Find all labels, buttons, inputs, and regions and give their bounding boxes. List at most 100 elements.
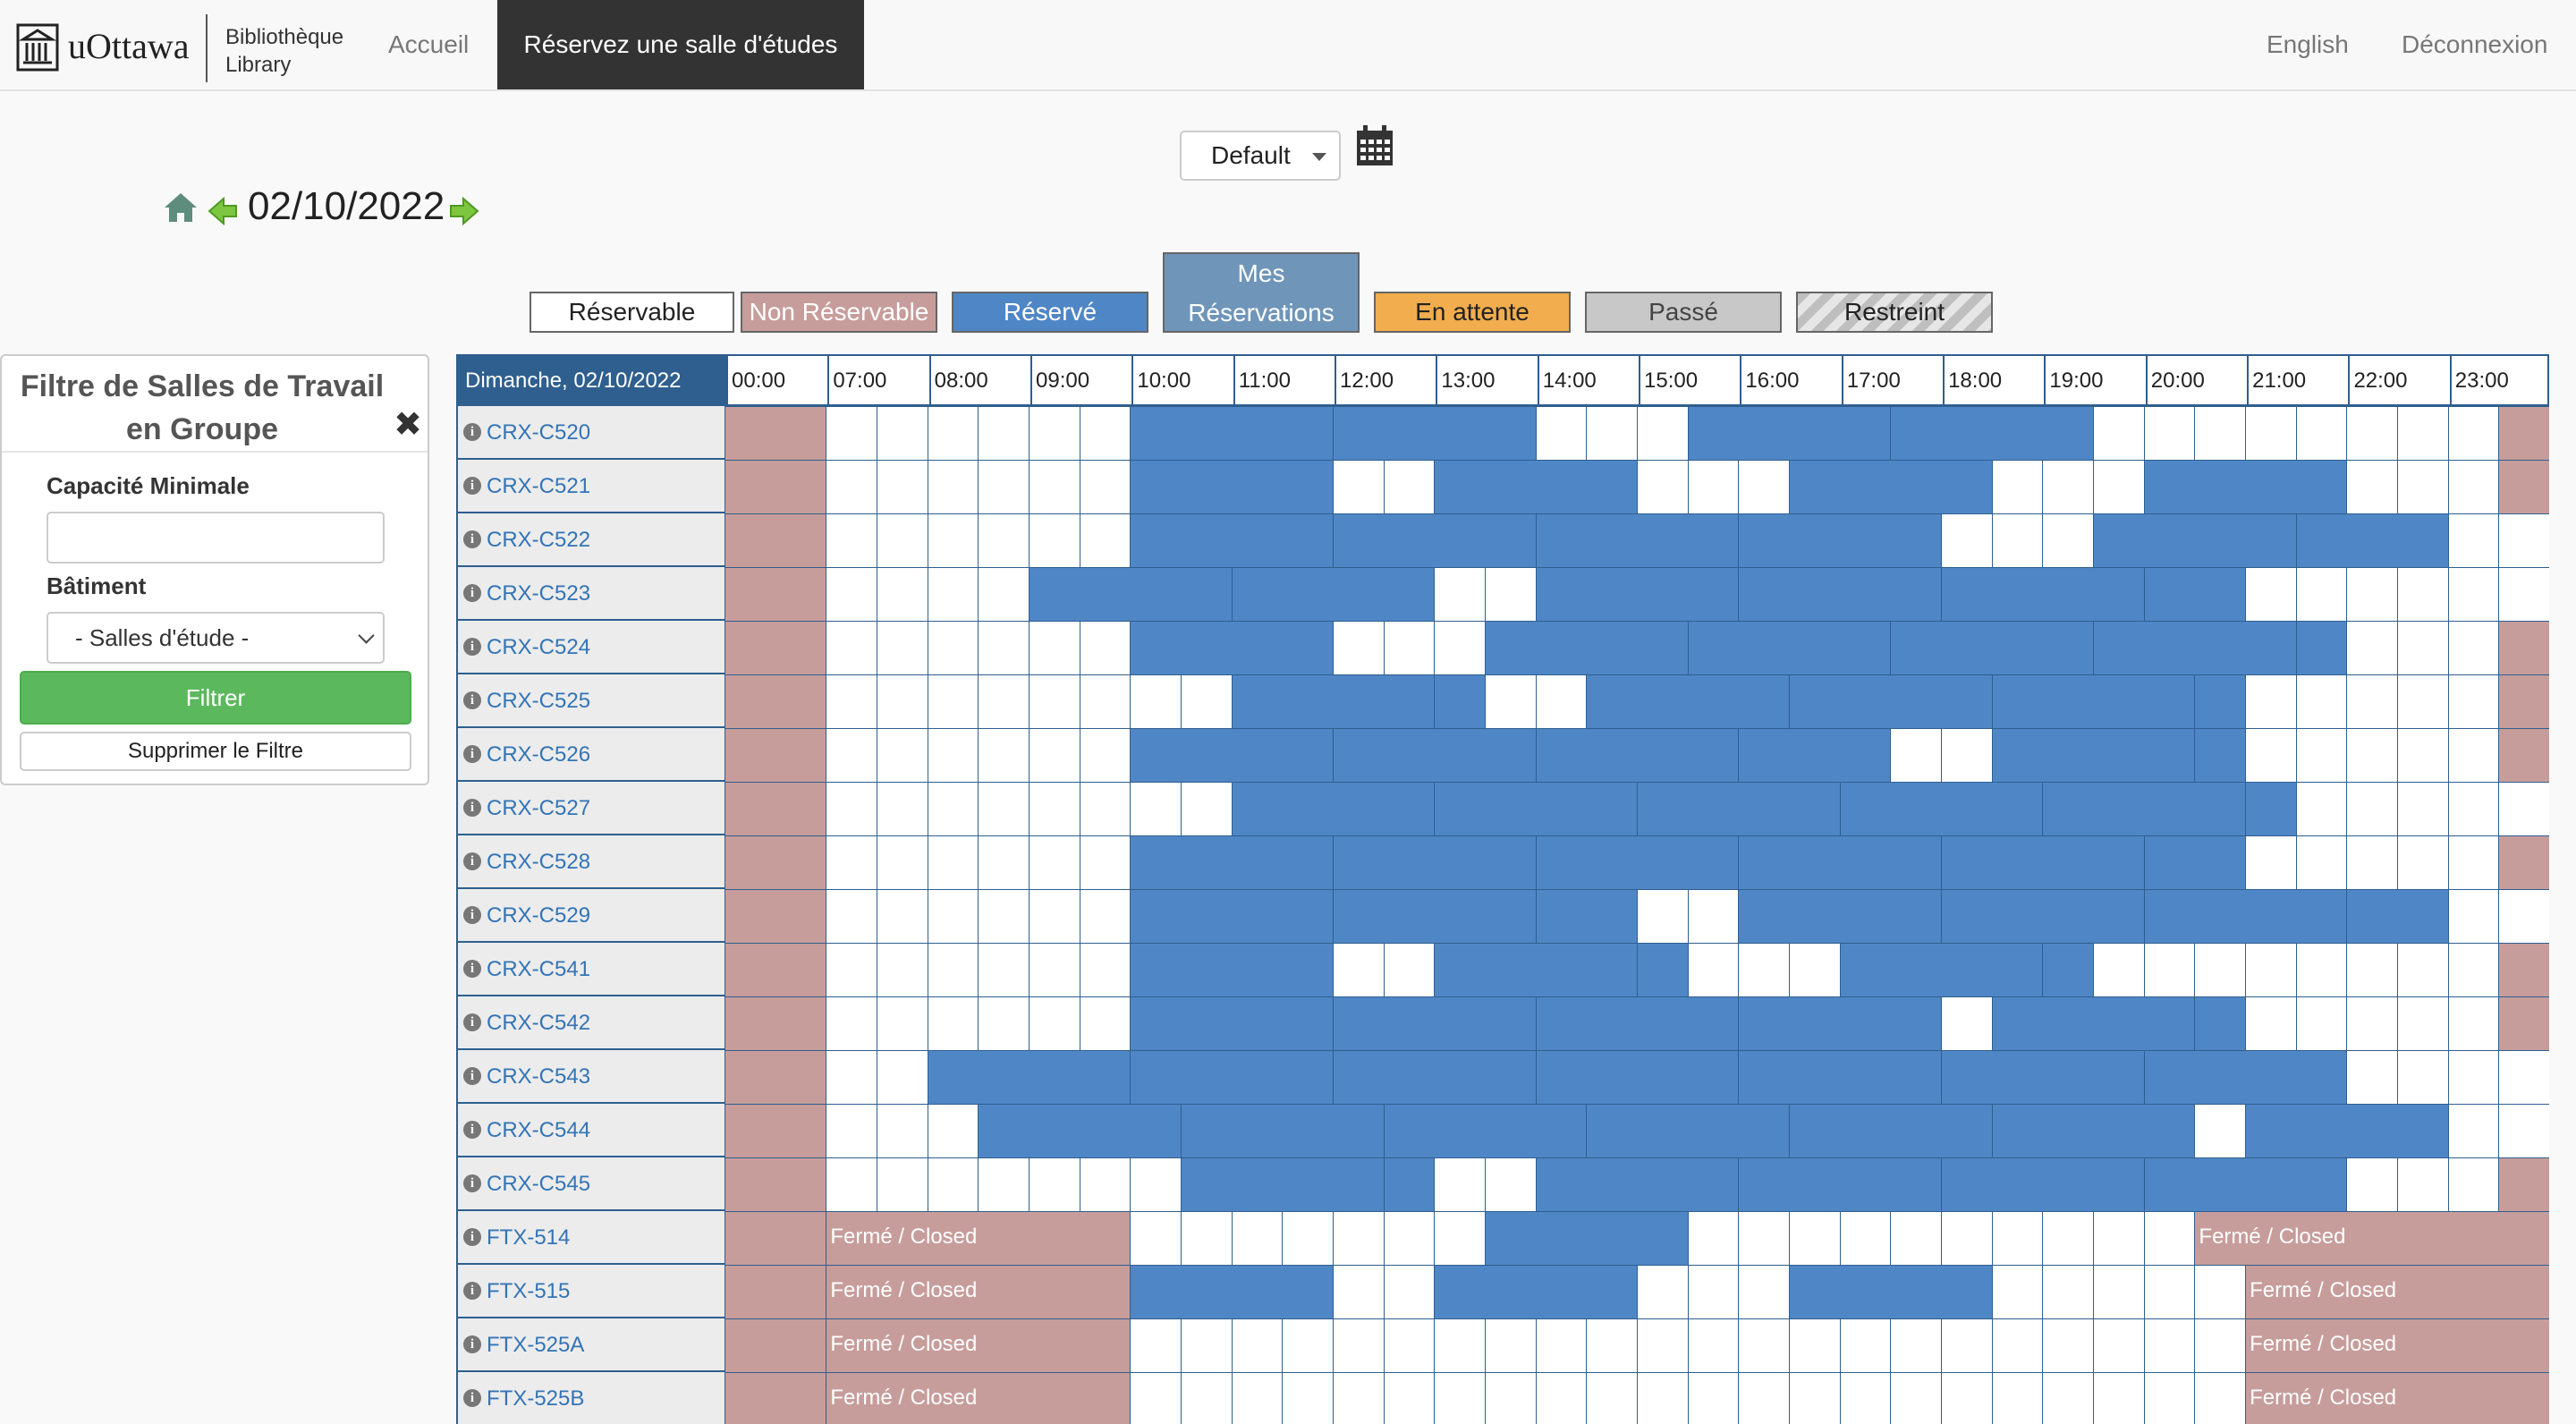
logout-link[interactable]: Déconnexion (2402, 0, 2547, 89)
room-link[interactable]: i CRX-C522 (456, 513, 724, 567)
slot-available[interactable] (2093, 1372, 2145, 1424)
slot-available[interactable] (826, 996, 877, 1051)
slot-available[interactable] (1637, 889, 1689, 944)
slot-available[interactable] (1130, 782, 1182, 836)
slot-available[interactable] (826, 943, 877, 997)
slot-available[interactable] (826, 621, 877, 675)
slot-available[interactable] (2295, 782, 2348, 836)
slot-available[interactable] (1789, 1318, 1841, 1373)
room-link[interactable]: i CRX-C528 (456, 835, 724, 889)
slot-available[interactable] (2194, 1372, 2247, 1424)
slot-available[interactable] (1029, 513, 1080, 568)
slot-available[interactable] (2498, 513, 2549, 568)
slot-available[interactable] (2194, 1318, 2247, 1373)
slot-available[interactable] (2295, 943, 2348, 997)
slot-available[interactable] (877, 889, 928, 944)
slot-available[interactable] (1535, 1318, 1588, 1373)
slot-available[interactable] (2245, 835, 2297, 890)
slot-available[interactable] (2447, 943, 2500, 997)
building-select[interactable]: - Salles d'étude - (47, 612, 385, 664)
slot-available[interactable] (1535, 674, 1588, 729)
slot-available[interactable] (2245, 674, 2297, 729)
slot-available[interactable] (2447, 460, 2500, 514)
slot-available[interactable] (2093, 1211, 2145, 1266)
slot-available[interactable] (2346, 621, 2399, 675)
room-link[interactable]: i CRX-C545 (456, 1157, 724, 1211)
slot-available[interactable] (1738, 1372, 1791, 1424)
slot-available[interactable] (1181, 674, 1233, 729)
slot-available[interactable] (978, 513, 1030, 568)
info-icon[interactable]: i (463, 1388, 481, 1407)
slot-available[interactable] (877, 621, 928, 675)
slot-available[interactable] (1434, 1211, 1487, 1266)
filter-button[interactable]: Filtrer (20, 671, 411, 725)
info-icon[interactable]: i (463, 1227, 481, 1246)
slot-available[interactable] (1941, 1372, 1993, 1424)
slot-available[interactable] (1282, 1318, 1335, 1373)
slot-available[interactable] (1181, 1372, 1233, 1424)
university-logo-text[interactable]: uOttawa (68, 25, 190, 67)
slot-available[interactable] (1687, 1318, 1740, 1373)
info-icon[interactable]: i (463, 583, 481, 602)
legend-my-reservations[interactable]: Mes Réservations (1163, 252, 1360, 333)
slot-available[interactable] (2346, 835, 2399, 890)
slot-available[interactable] (1079, 996, 1131, 1051)
room-link[interactable]: i CRX-C542 (456, 996, 724, 1050)
slot-available[interactable] (927, 567, 979, 622)
calendar-icon[interactable] (1356, 125, 1394, 166)
slot-available[interactable] (1231, 1211, 1284, 1266)
slot-available[interactable] (1181, 782, 1233, 836)
slot-available[interactable] (1383, 1318, 1436, 1373)
slot-available[interactable] (927, 406, 979, 461)
slot-available[interactable] (2447, 674, 2500, 729)
slot-available[interactable] (2397, 674, 2449, 729)
slot-available[interactable] (877, 1157, 928, 1212)
slot-available[interactable] (1079, 1157, 1131, 1212)
room-link[interactable]: i CRX-C541 (456, 943, 724, 996)
slot-available[interactable] (1687, 460, 1740, 514)
slot-available[interactable] (2093, 943, 2145, 997)
slot-available[interactable] (826, 1157, 877, 1212)
clear-filter-button[interactable]: Supprimer le Filtre (20, 732, 411, 771)
slot-available[interactable] (1434, 621, 1487, 675)
slot-available[interactable] (1333, 460, 1385, 514)
slot-available[interactable] (2397, 943, 2449, 997)
slot-available[interactable] (2245, 996, 2297, 1051)
slot-available[interactable] (1029, 943, 1080, 997)
arrow-left-icon[interactable] (208, 197, 238, 225)
slot-available[interactable] (1383, 1211, 1436, 1266)
slot-available[interactable] (978, 728, 1030, 783)
slot-available[interactable] (1789, 943, 1841, 997)
slot-available[interactable] (1738, 1265, 1791, 1319)
slot-available[interactable] (2346, 996, 2399, 1051)
slot-available[interactable] (2143, 943, 2196, 997)
slot-available[interactable] (1941, 728, 1993, 783)
slot-available[interactable] (1687, 943, 1740, 997)
slot-available[interactable] (1738, 943, 1791, 997)
info-icon[interactable]: i (463, 1066, 481, 1085)
nav-reserve-link[interactable]: Réservez une salle d'études (497, 0, 864, 89)
slot-available[interactable] (1485, 674, 1537, 729)
slot-available[interactable] (826, 889, 877, 944)
info-icon[interactable]: i (463, 1335, 481, 1353)
slot-available[interactable] (1029, 996, 1080, 1051)
slot-available[interactable] (2498, 1050, 2549, 1105)
slot-available[interactable] (2295, 674, 2348, 729)
slot-available[interactable] (1130, 674, 1182, 729)
info-icon[interactable]: i (463, 852, 481, 870)
slot-available[interactable] (2397, 1050, 2449, 1105)
slot-available[interactable] (927, 889, 979, 944)
slot-available[interactable] (2295, 996, 2348, 1051)
slot-available[interactable] (2447, 782, 2500, 836)
slot-available[interactable] (1282, 1211, 1335, 1266)
slot-available[interactable] (927, 513, 979, 568)
slot-available[interactable] (1333, 1265, 1385, 1319)
home-icon[interactable] (163, 191, 199, 224)
slot-available[interactable] (877, 943, 928, 997)
slot-available[interactable] (2447, 513, 2500, 568)
slot-available[interactable] (2346, 567, 2399, 622)
slot-available[interactable] (1079, 728, 1131, 783)
slot-available[interactable] (1991, 1265, 2044, 1319)
slot-available[interactable] (927, 1104, 979, 1158)
slot-available[interactable] (1789, 1372, 1841, 1424)
